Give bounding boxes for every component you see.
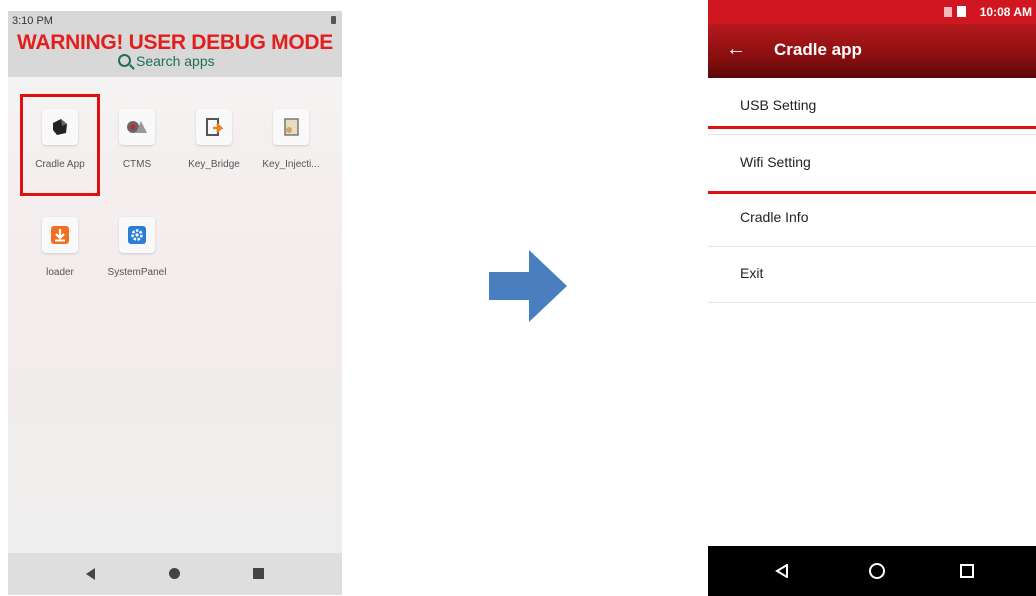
highlight-cradle-app xyxy=(20,94,100,196)
recent-apps-icon[interactable] xyxy=(960,564,974,578)
home-icon[interactable] xyxy=(869,563,885,579)
app-label: Key_Injecti... xyxy=(262,159,320,170)
battery-icon xyxy=(331,16,336,24)
highlight-wifi-setting xyxy=(708,126,1036,194)
status-bar: 10:08 AM xyxy=(708,0,1036,24)
back-icon[interactable] xyxy=(775,564,789,578)
debug-warning-banner: WARNING! USER DEBUG MODE xyxy=(17,31,333,54)
search-label: Search apps xyxy=(136,53,215,69)
battery-icon xyxy=(957,6,966,17)
launcher-screen: 3:10 PM WARNING! USER DEBUG MODE Search … xyxy=(8,11,342,595)
app-loader[interactable]: loader xyxy=(20,217,100,278)
app-header: ← Cradle app xyxy=(708,24,1036,78)
right-arrow-icon xyxy=(489,250,567,322)
search-apps-bar[interactable]: Search apps xyxy=(118,53,215,69)
app-key-bridge[interactable]: Key_Bridge xyxy=(174,109,254,170)
home-icon[interactable] xyxy=(169,568,180,579)
app-system-panel[interactable]: SystemPanel xyxy=(97,217,177,278)
app-label: loader xyxy=(46,267,74,278)
search-icon xyxy=(118,54,131,67)
status-time: 3:10 PM xyxy=(12,15,53,27)
menu-item-label: Cradle Info xyxy=(740,209,809,225)
menu-item-label: Exit xyxy=(740,265,764,281)
back-icon[interactable] xyxy=(86,568,95,580)
cradle-app-screen: 10:08 AM ← Cradle app USB Setting Wifi S… xyxy=(708,0,1036,596)
launcher-nav-bar xyxy=(8,553,342,595)
recent-apps-icon[interactable] xyxy=(253,568,264,579)
system-panel-icon xyxy=(119,217,155,253)
app-title: Cradle app xyxy=(774,40,862,59)
menu-item-exit[interactable]: Exit xyxy=(708,246,1036,303)
app-label: Key_Bridge xyxy=(188,159,240,170)
launcher-top-bar: 3:10 PM WARNING! USER DEBUG MODE Search … xyxy=(8,11,342,77)
no-sim-icon xyxy=(944,7,952,17)
status-time: 10:08 AM xyxy=(979,5,1032,19)
ctms-icon xyxy=(119,109,155,145)
key-bridge-icon xyxy=(196,109,232,145)
app-label: CTMS xyxy=(122,159,152,170)
nav-bar xyxy=(708,546,1036,596)
app-key-injection[interactable]: Key_Injecti... xyxy=(251,109,331,170)
loader-icon xyxy=(42,217,78,253)
app-label: SystemPanel xyxy=(107,267,167,278)
key-injection-icon xyxy=(273,109,309,145)
menu-item-label: USB Setting xyxy=(740,97,817,113)
menu-item-cradle-info[interactable]: Cradle Info xyxy=(708,190,1036,247)
app-ctms[interactable]: CTMS xyxy=(97,109,177,170)
back-arrow-icon[interactable]: ← xyxy=(726,38,746,61)
